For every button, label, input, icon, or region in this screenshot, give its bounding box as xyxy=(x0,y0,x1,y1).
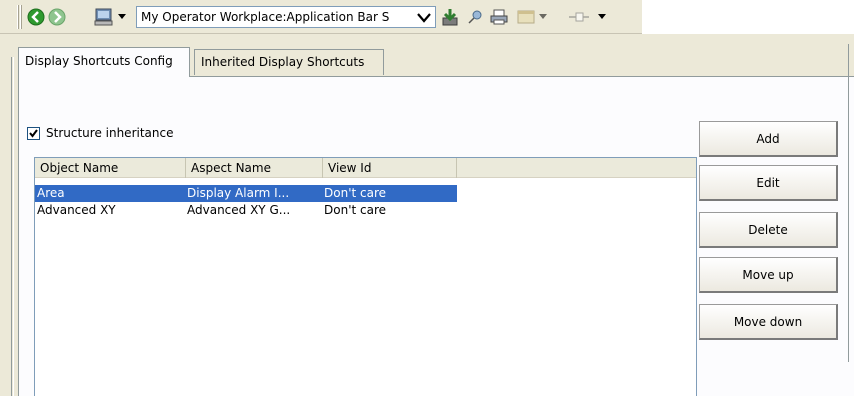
computer-icon[interactable] xyxy=(94,8,114,26)
edit-button[interactable]: Edit xyxy=(699,165,838,201)
tab-inherited-display-shortcuts[interactable]: Inherited Display Shortcuts xyxy=(194,49,384,75)
checkbox-checked-icon[interactable] xyxy=(27,126,40,140)
forward-arrow-icon[interactable] xyxy=(48,8,66,26)
chevron-down-icon[interactable] xyxy=(539,14,547,19)
chevron-down-icon[interactable] xyxy=(598,14,606,19)
cell-view-id: Don't care xyxy=(324,186,387,200)
window-border xyxy=(13,57,14,396)
column-header-aspect-name[interactable]: Aspect Name xyxy=(186,158,323,178)
chevron-down-icon[interactable] xyxy=(118,14,126,19)
move-down-button[interactable]: Move down xyxy=(699,304,838,340)
move-up-button[interactable]: Move up xyxy=(699,257,838,293)
window-icon[interactable] xyxy=(517,8,535,26)
tab-display-shortcuts-config[interactable]: Display Shortcuts Config xyxy=(18,47,190,77)
pin-icon[interactable] xyxy=(466,8,484,26)
table-row[interactable]: Area Display Alarm I... Don't care xyxy=(35,185,457,202)
cell-aspect-name: Advanced XY G... xyxy=(187,203,291,217)
cell-object-name: Area xyxy=(37,186,65,200)
column-header-object-name[interactable]: Object Name xyxy=(35,158,186,178)
workplace-selector[interactable]: My Operator Workplace:Application Bar S xyxy=(136,6,436,28)
cell-view-id: Don't care xyxy=(324,203,387,217)
column-header-view-id[interactable]: View Id xyxy=(323,158,457,178)
chevron-down-icon[interactable] xyxy=(416,11,432,25)
list-header: Object Name Aspect Name View Id xyxy=(35,158,696,178)
panel-border xyxy=(848,44,849,362)
structure-inheritance-checkbox[interactable]: Structure inheritance xyxy=(27,125,173,141)
toolbar-grip xyxy=(17,5,19,29)
connector-icon[interactable] xyxy=(568,8,590,26)
toolbar-grip xyxy=(20,5,22,29)
back-arrow-icon[interactable] xyxy=(27,8,45,26)
download-icon[interactable] xyxy=(440,8,460,26)
cell-object-name: Advanced XY xyxy=(37,203,116,217)
delete-button[interactable]: Delete xyxy=(699,212,838,248)
window-border xyxy=(11,57,12,396)
structure-inheritance-label: Structure inheritance xyxy=(46,126,174,140)
table-row[interactable]: Advanced XY Advanced XY G... Don't care xyxy=(35,202,457,219)
shortcuts-list[interactable]: Object Name Aspect Name View Id Area Dis… xyxy=(34,157,697,396)
cell-aspect-name: Display Alarm I... xyxy=(187,186,290,200)
printer-icon[interactable] xyxy=(490,8,508,26)
add-button[interactable]: Add xyxy=(699,121,838,157)
toolbar: My Operator Workplace:Application Bar S xyxy=(0,0,642,34)
workplace-selector-value: My Operator Workplace:Application Bar S xyxy=(141,10,390,24)
